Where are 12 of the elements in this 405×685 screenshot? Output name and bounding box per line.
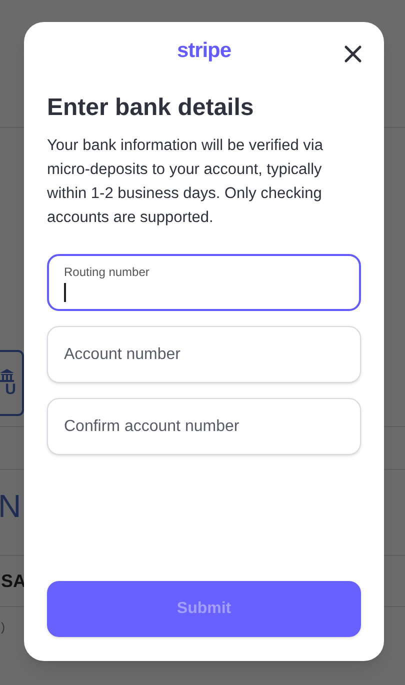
input-field[interactable]: Confirm account number <box>47 398 361 455</box>
bank-button-label: U <box>5 382 16 397</box>
dialog-title: Enter bank details <box>47 93 255 123</box>
bank-icon <box>0 369 14 382</box>
close-button[interactable] <box>342 43 364 65</box>
stripe-logo: stripe <box>176 40 232 61</box>
name-fragment: SA <box>1 570 26 592</box>
note-fragment: ) <box>1 619 5 636</box>
heading-fragment: N <box>0 490 22 522</box>
input-field[interactable]: Account number <box>47 326 361 383</box>
description: Your bank information will be verified via micro-deposits to your account, typically within 1-2 business days. Only checking accounts are supported. <box>47 136 324 228</box>
input-field[interactable]: Routing number <box>47 254 361 311</box>
